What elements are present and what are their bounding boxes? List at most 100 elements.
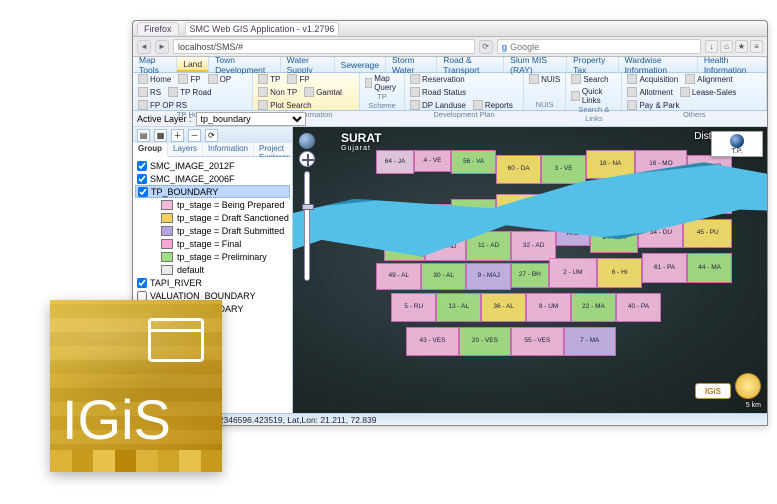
ribbon-tab-water-supply[interactable]: Water Supply	[281, 57, 335, 72]
home-icon[interactable]: ⌂	[720, 40, 733, 53]
refresh-icon[interactable]: ⟳	[205, 129, 218, 142]
tool-icon	[627, 100, 637, 110]
tp-parcel[interactable]: 3 - VE	[541, 155, 586, 185]
tp-parcel[interactable]: 55 - VES	[511, 327, 563, 357]
tp-parcel[interactable]: 4 - VE	[414, 150, 451, 172]
ribbon-tab-storm-water[interactable]: Storm Water	[386, 57, 437, 72]
ribbon-item-non-tp[interactable]: Non TP	[256, 87, 299, 97]
tp-parcel[interactable]: 13 - AL	[436, 293, 481, 323]
tp-global-filter[interactable]: T.P.	[711, 131, 763, 157]
forward-button[interactable]: ►	[155, 40, 169, 54]
tp-parcel[interactable]: 30 - AL	[421, 263, 466, 290]
ribbon-item-map-query[interactable]: Map Query	[363, 74, 401, 92]
expand-icon[interactable]: ▤	[137, 129, 150, 142]
pan-control[interactable]	[299, 151, 315, 167]
ribbon-item-fp-op-rs[interactable]: FP OP RS	[136, 100, 189, 110]
ribbon-tab-town-development[interactable]: Town Development	[209, 57, 280, 72]
ribbon-item-allotment[interactable]: Allotment	[625, 87, 674, 97]
tool-icon	[571, 74, 581, 84]
ribbon-item-nuis[interactable]: NUIS	[527, 74, 562, 84]
sidebar-tab-group[interactable]: Group	[133, 143, 168, 157]
tp-parcel[interactable]: 2 - UM	[549, 258, 598, 288]
tp-parcel[interactable]: 8 - UM	[526, 293, 571, 323]
tp-parcel[interactable]: 32 - AD	[511, 231, 556, 261]
tree-item[interactable]: SMC_IMAGE_2012F	[135, 159, 290, 172]
tp-parcel[interactable]: 27 - BH	[511, 263, 548, 288]
ribbon-item-reservation[interactable]: Reservation	[408, 74, 467, 84]
layer-checkbox[interactable]	[137, 291, 147, 301]
sidebar-tab-layers[interactable]: Layers	[168, 143, 203, 156]
tool-icon	[168, 87, 178, 97]
ribbon-item-fp[interactable]: FP	[285, 74, 311, 84]
tp-parcel[interactable]: 9 - MAJ	[466, 263, 511, 290]
search-input[interactable]: g Google	[497, 39, 701, 54]
ribbon-item-reports[interactable]: Reports	[471, 100, 515, 110]
tp-parcel[interactable]: 45 - PU	[683, 219, 732, 249]
ribbon-item-fp[interactable]: FP	[176, 74, 202, 84]
tp-parcel[interactable]: 49 - AL	[376, 263, 421, 290]
active-layer-select[interactable]: tp_boundary	[196, 112, 306, 126]
tp-parcel[interactable]: 20 - VES	[459, 327, 511, 357]
download-icon[interactable]: ↓	[705, 40, 718, 53]
ribbon-item-tp[interactable]: TP	[256, 74, 282, 84]
ribbon-tab-land[interactable]: Land	[177, 57, 209, 72]
tree-item[interactable]: TAPI_RIVER	[135, 276, 290, 289]
sidebar-tab-information[interactable]: Information	[203, 143, 254, 156]
reload-button[interactable]: ⟳	[479, 40, 493, 54]
layer-checkbox[interactable]	[137, 174, 147, 184]
ribbon-item-acquisition[interactable]: Acquisition	[625, 74, 680, 84]
ribbon-item-dp-landuse[interactable]: DP Landuse	[408, 100, 468, 110]
tp-parcel[interactable]: 36 - AL	[481, 293, 526, 323]
tp-parcel[interactable]: 7 - MA	[564, 327, 616, 357]
ribbon-item-gamtal[interactable]: Gamtal	[302, 87, 344, 97]
map-viewport[interactable]: 64 - JA4 - VE56 - VA60 - DA3 - VE18 - NA…	[293, 127, 767, 413]
menu-icon[interactable]: ≡	[750, 40, 763, 53]
layer-checkbox[interactable]	[137, 161, 147, 171]
tp-parcel[interactable]: 56 - VA	[451, 150, 496, 175]
tp-parcel[interactable]: 61 - PA	[642, 253, 687, 283]
tree-item[interactable]: SMC_IMAGE_2006F	[135, 172, 290, 185]
ribbon-item-plot-search[interactable]: Plot Search	[256, 100, 313, 110]
compass-icon[interactable]	[735, 373, 761, 399]
ribbon-tab-wardwise-information[interactable]: Wardwise Information	[619, 57, 698, 72]
ribbon-item-op[interactable]: OP	[206, 74, 234, 84]
tp-parcel[interactable]: 5 - RU	[391, 293, 436, 323]
ribbon-tab-sewerage[interactable]: Sewerage	[335, 57, 386, 72]
ribbon-item-lease-sales[interactable]: Lease-Sales	[678, 87, 738, 97]
add-icon[interactable]: ＋	[171, 129, 184, 142]
zoom-thumb[interactable]	[302, 204, 314, 210]
back-button[interactable]: ◄	[137, 40, 151, 54]
ribbon-item-rs[interactable]: RS	[136, 87, 163, 97]
ribbon-tab-property-tax[interactable]: Property Tax	[567, 57, 618, 72]
ribbon-item-pay-park[interactable]: Pay & Park	[625, 100, 681, 110]
tp-parcel[interactable]: 43 - VES	[406, 327, 458, 357]
browser-menu[interactable]: Firefox	[137, 22, 179, 35]
layer-checkbox[interactable]	[137, 278, 147, 288]
tp-parcel[interactable]: 44 - MA	[687, 253, 732, 283]
page-tab[interactable]: SMC Web GIS Application - v1.2796	[185, 22, 340, 35]
tp-parcel[interactable]: 64 - JA	[376, 150, 413, 175]
full-extent-icon[interactable]	[299, 133, 315, 149]
sidebar-tab-project-explorer[interactable]: Project Explorer	[254, 143, 295, 156]
ribbon-tab-map-tools[interactable]: Map Tools	[133, 57, 177, 72]
ribbon-item-search[interactable]: Search	[569, 74, 610, 84]
ribbon-tab-slum-mis-ray-[interactable]: Slum MIS (RAY)	[504, 57, 567, 72]
remove-icon[interactable]: －	[188, 129, 201, 142]
tp-parcel[interactable]: 60 - DA	[496, 155, 541, 185]
tree-item[interactable]: TP_BOUNDARY	[135, 185, 290, 198]
zoom-slider[interactable]	[304, 171, 310, 281]
ribbon-item-alignment[interactable]: Alignment	[683, 74, 735, 84]
ribbon-tab-road-transport[interactable]: Road & Transport	[437, 57, 504, 72]
tp-parcel[interactable]: 22 - MA	[571, 293, 616, 323]
tp-parcel[interactable]: 6 - HI	[597, 258, 642, 288]
url-input[interactable]: localhost/SMS/#	[173, 39, 475, 54]
tp-parcel[interactable]: 40 - PA	[616, 293, 661, 323]
layer-checkbox[interactable]	[138, 187, 148, 197]
ribbon-item-road-status[interactable]: Road Status	[408, 87, 468, 97]
ribbon-item-tp-road[interactable]: TP Road	[166, 87, 213, 97]
bookmark-icon[interactable]: ★	[735, 40, 748, 53]
ribbon-item-home[interactable]: Home	[136, 74, 173, 84]
ribbon-tab-health-information[interactable]: Health Information	[698, 57, 767, 72]
layer-icon[interactable]: ▦	[154, 129, 167, 142]
ribbon-item-quick-links[interactable]: Quick Links	[569, 87, 618, 105]
